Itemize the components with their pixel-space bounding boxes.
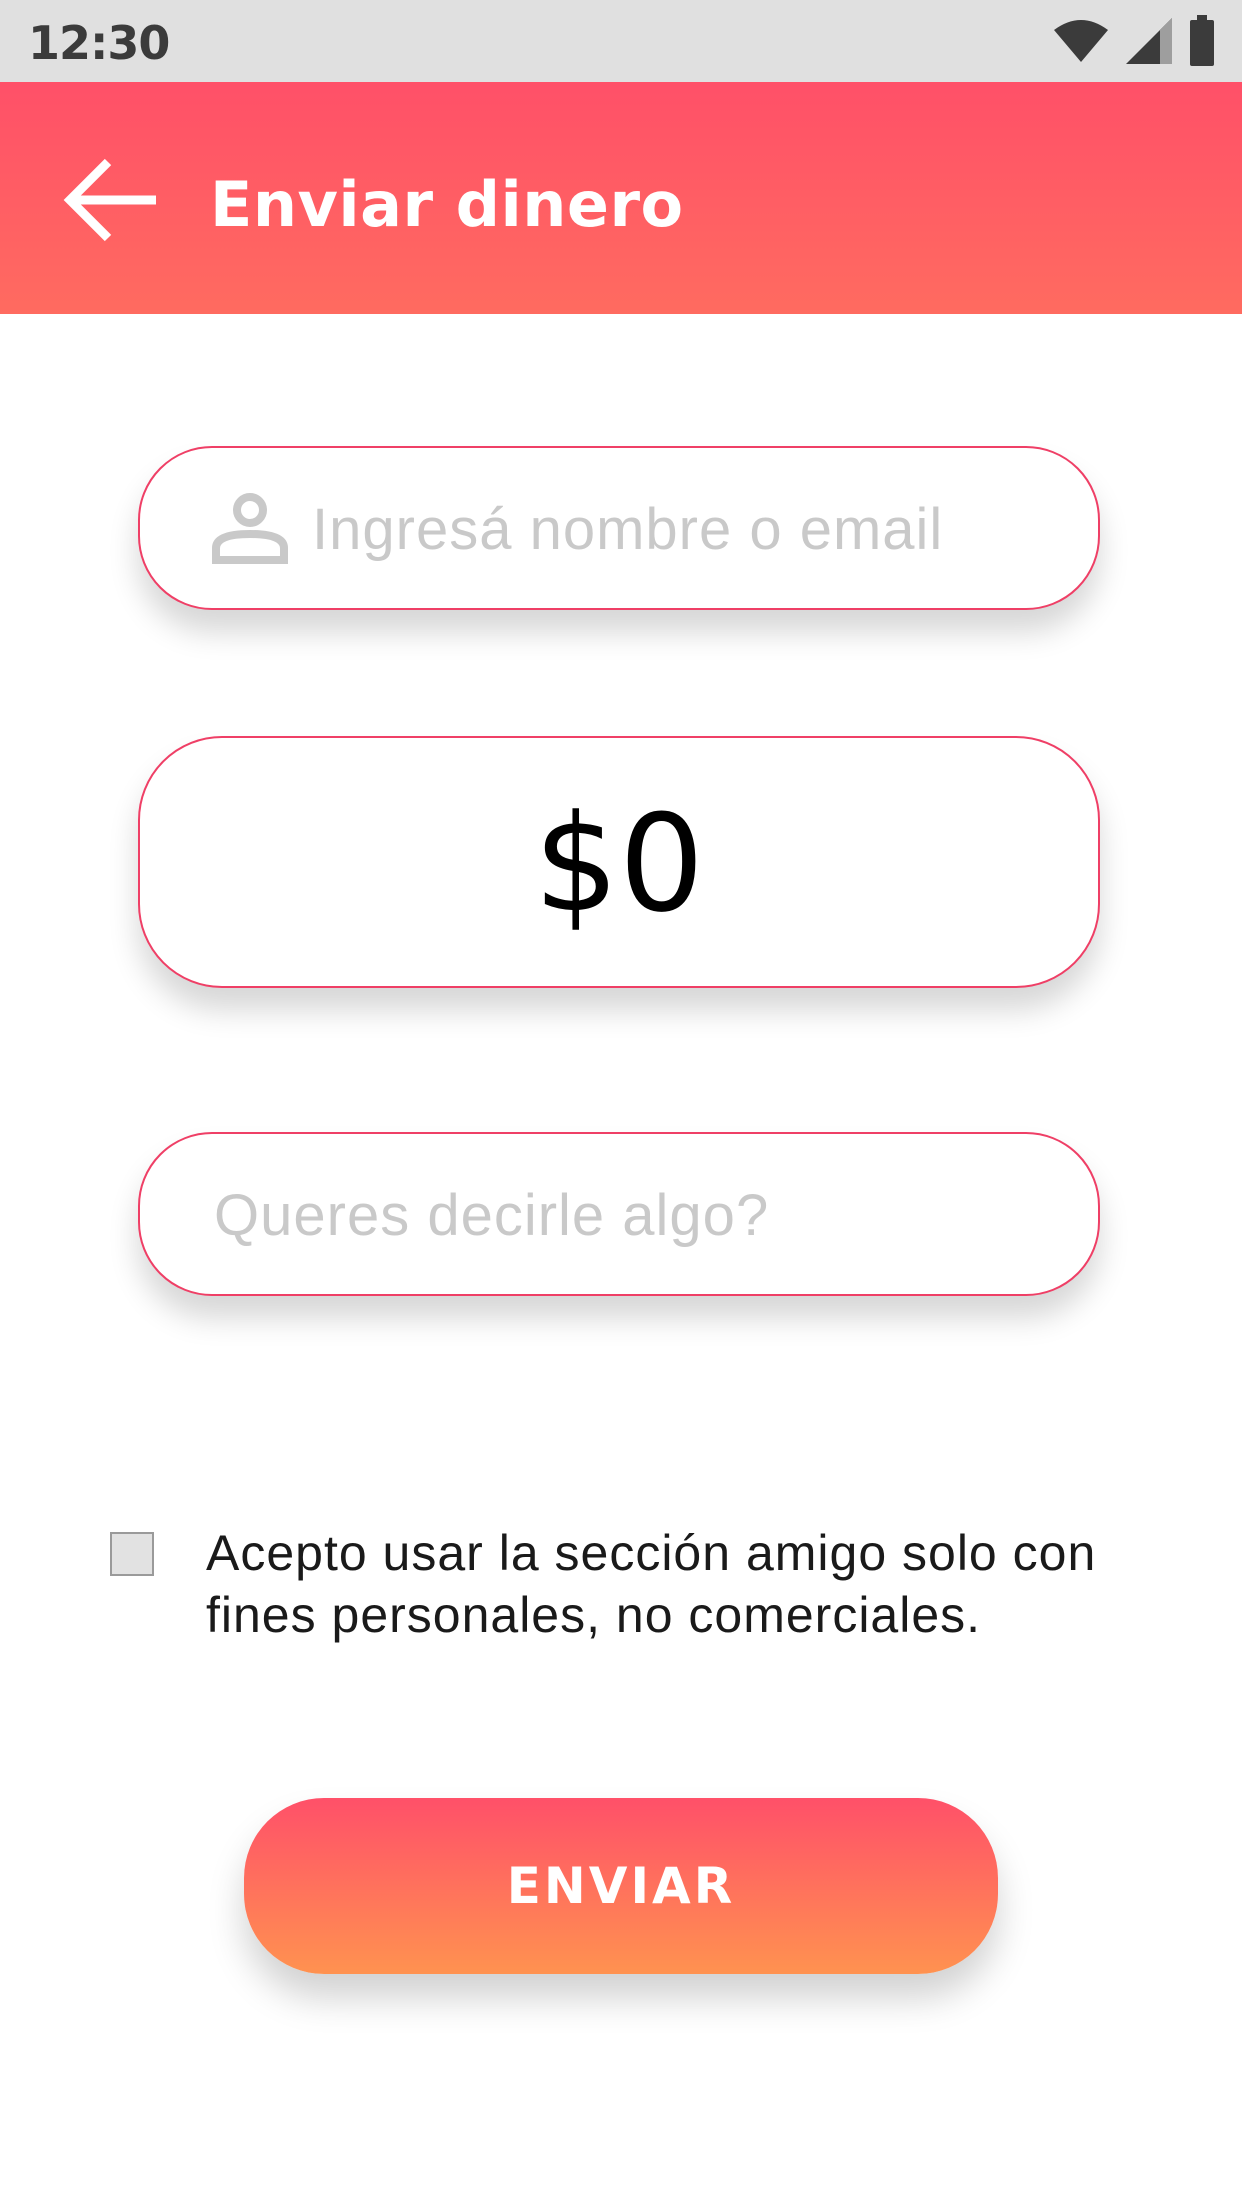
recipient-input[interactable] [310, 480, 1074, 578]
amount-field[interactable]: $0 [138, 736, 1100, 988]
battery-icon [1190, 15, 1214, 66]
cell-signal-icon [1126, 18, 1172, 64]
message-field[interactable] [138, 1132, 1100, 1296]
status-icons [1052, 15, 1216, 66]
wifi-icon [1054, 20, 1108, 62]
terms-checkbox[interactable] [110, 1532, 154, 1576]
arrow-left-icon [63, 158, 156, 242]
back-button[interactable] [62, 150, 172, 250]
amount-value[interactable]: $0 [140, 786, 1098, 942]
status-bar: 12:30 [0, 0, 1242, 82]
terms-label: Acepto usar la sección amigo solo con fi… [206, 1525, 1097, 1643]
send-button[interactable]: ENVIAR [244, 1798, 998, 1974]
app-bar: Enviar dinero [0, 82, 1242, 314]
person-icon [212, 493, 288, 564]
page-title: Enviar dinero [210, 168, 684, 241]
recipient-field[interactable] [138, 446, 1100, 610]
message-input[interactable] [212, 1166, 1056, 1264]
status-time: 12:30 [28, 16, 170, 70]
